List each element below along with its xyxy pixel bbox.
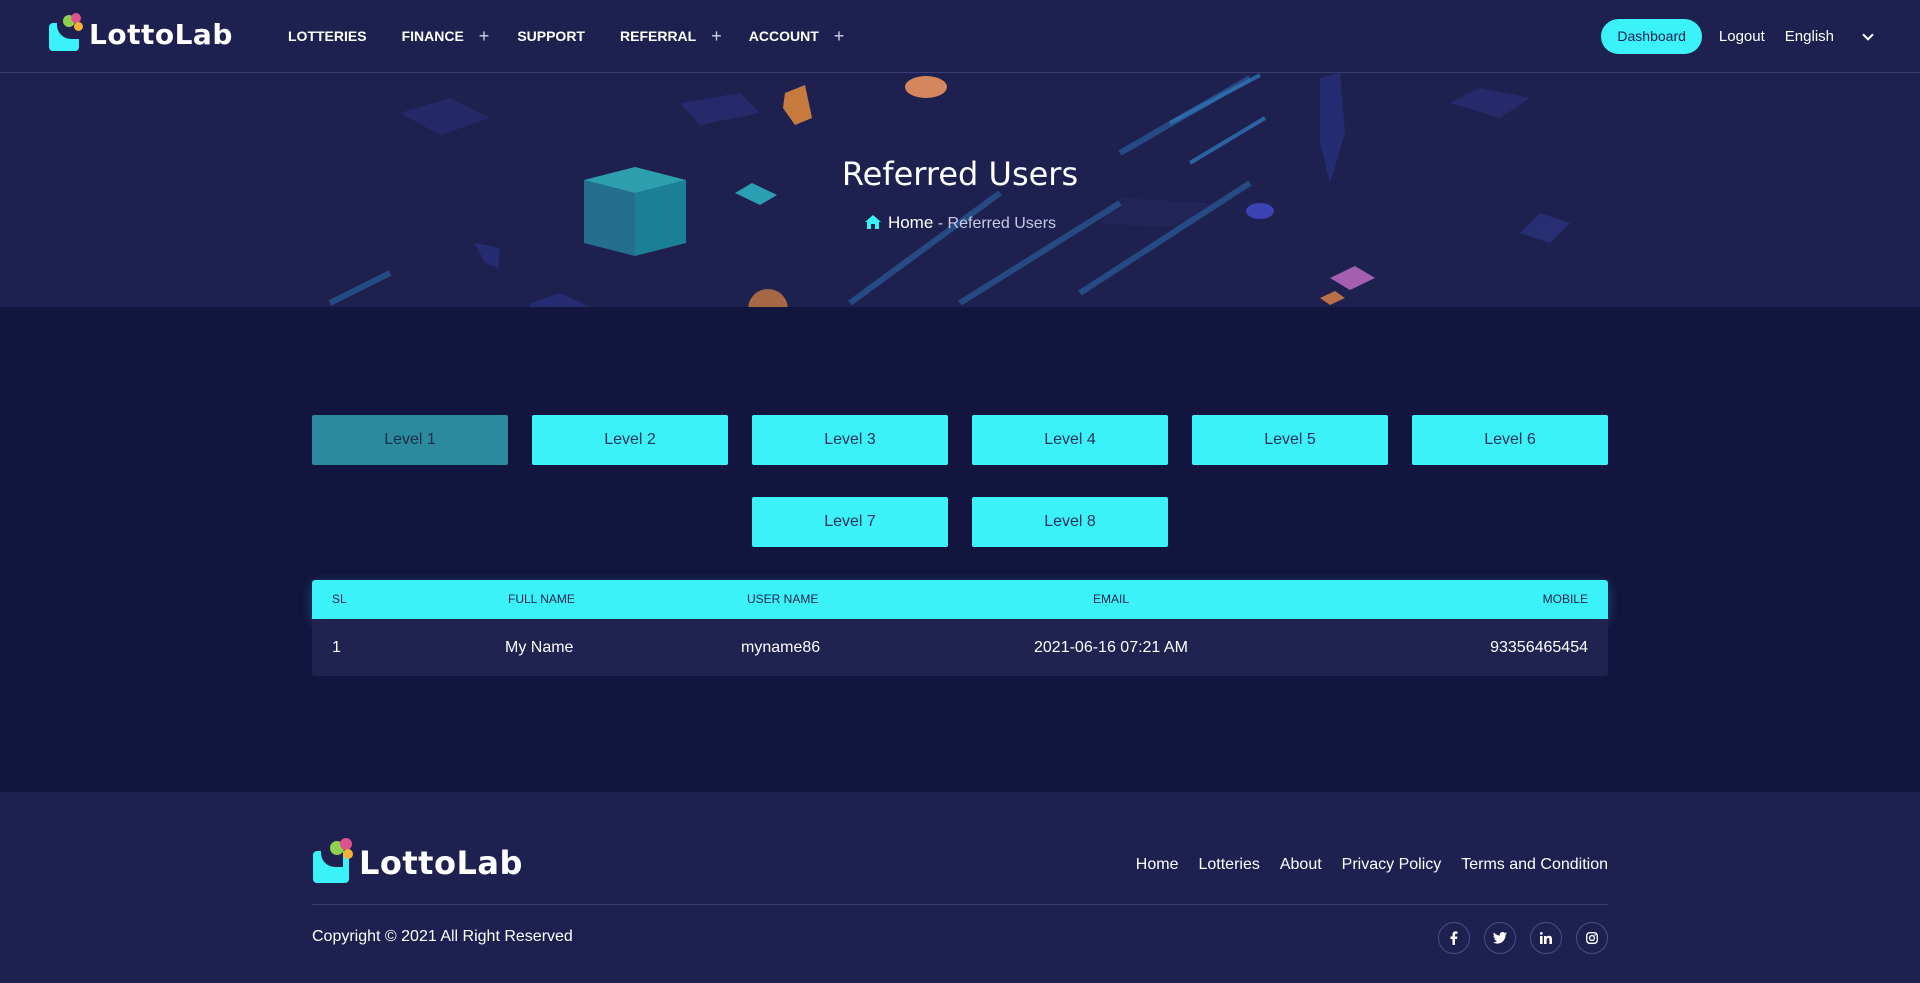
logo-mark-icon — [49, 13, 83, 51]
column-header-mobile: MOBILE — [1542, 592, 1588, 606]
twitter-icon[interactable] — [1484, 922, 1516, 954]
chevron-down-icon — [1862, 28, 1874, 41]
breadcrumb-home-link[interactable]: Home — [888, 213, 933, 232]
level-tab-8[interactable]: Level 8 — [972, 497, 1168, 547]
plus-icon: + — [478, 25, 490, 46]
plus-icon: + — [833, 25, 845, 46]
footer-links: Home Lotteries About Privacy Policy Term… — [1116, 856, 1608, 874]
home-icon — [864, 214, 882, 235]
breadcrumb-separator: - — [937, 215, 944, 232]
nav-finance[interactable]: FINANCE + — [402, 26, 490, 47]
breadcrumb-current: Referred Users — [947, 215, 1057, 232]
footer-divider — [312, 904, 1608, 905]
header-actions: Dashboard Logout English — [1601, 19, 1874, 54]
nav-label: LOTTERIES — [288, 28, 367, 44]
facebook-icon[interactable] — [1438, 922, 1470, 954]
referred-users-table: SL FULL NAME USER NAME EMAIL MOBILE 1 My… — [312, 580, 1608, 676]
cell-email: 2021-06-16 07:21 AM — [1034, 639, 1188, 656]
column-header-sl: SL — [332, 592, 347, 606]
level-tab-3[interactable]: Level 3 — [752, 415, 948, 465]
nav-label: REFERRAL — [620, 28, 697, 44]
footer-link-terms[interactable]: Terms and Condition — [1461, 856, 1608, 874]
level-tab-1[interactable]: Level 1 — [312, 415, 508, 465]
social-links — [1424, 922, 1608, 954]
logout-link[interactable]: Logout — [1719, 28, 1765, 45]
nav-label: SUPPORT — [517, 28, 585, 44]
level-tab-7[interactable]: Level 7 — [752, 497, 948, 547]
level-tab-4[interactable]: Level 4 — [972, 415, 1168, 465]
linkedin-icon[interactable] — [1530, 922, 1562, 954]
nav-lotteries[interactable]: LOTTERIES — [288, 28, 367, 44]
column-header-user-name: USER NAME — [747, 592, 819, 606]
cell-mobile: 93356465454 — [1490, 639, 1588, 656]
cell-full-name: My Name — [505, 639, 574, 656]
nav-support[interactable]: SUPPORT — [517, 28, 585, 44]
logo-mark-icon — [313, 838, 353, 883]
language-select[interactable]: English — [1784, 28, 1874, 45]
column-header-full-name: FULL NAME — [508, 592, 575, 606]
main-nav: LOTTERIES FINANCE + SUPPORT REFERRAL + A… — [288, 0, 859, 72]
table-header: SL FULL NAME USER NAME EMAIL MOBILE — [312, 580, 1608, 619]
footer-link-about[interactable]: About — [1280, 856, 1322, 874]
column-header-email: EMAIL — [1093, 592, 1130, 606]
site-header: LottoLab LOTTERIES FINANCE + SUPPORT REF… — [0, 0, 1920, 73]
table-row: 1 My Name myname86 2021-06-16 07:21 AM 9… — [312, 619, 1608, 676]
page-title: Referred Users — [841, 155, 1079, 193]
footer-link-privacy-policy[interactable]: Privacy Policy — [1342, 856, 1442, 874]
level-tab-2[interactable]: Level 2 — [532, 415, 728, 465]
nav-account[interactable]: ACCOUNT + — [749, 26, 845, 47]
footer-logo[interactable]: LottoLab — [313, 838, 523, 883]
brand-name: LottoLab — [359, 844, 523, 882]
breadcrumb: Home - Referred Users — [0, 213, 1920, 235]
copyright-text: Copyright © 2021 All Right Reserved — [312, 928, 573, 945]
dashboard-button[interactable]: Dashboard — [1601, 19, 1702, 54]
cell-sl: 1 — [332, 639, 341, 656]
page-banner: Referred Users Home - Referred Users — [0, 73, 1920, 307]
cell-user-name: myname86 — [741, 639, 821, 656]
instagram-icon[interactable] — [1576, 922, 1608, 954]
nav-label: ACCOUNT — [748, 28, 819, 44]
nav-label: FINANCE — [401, 28, 464, 44]
nav-referral[interactable]: REFERRAL + — [620, 26, 722, 47]
level-tab-6[interactable]: Level 6 — [1412, 415, 1608, 465]
site-footer: LottoLab Home Lotteries About Privacy Po… — [0, 792, 1920, 983]
footer-link-home[interactable]: Home — [1136, 856, 1179, 874]
brand-logo[interactable]: LottoLab — [49, 13, 233, 51]
plus-icon: + — [711, 25, 722, 46]
brand-name: LottoLab — [89, 17, 233, 51]
language-value: English — [1784, 28, 1834, 45]
footer-link-lotteries[interactable]: Lotteries — [1198, 856, 1259, 874]
level-tab-5[interactable]: Level 5 — [1192, 415, 1388, 465]
